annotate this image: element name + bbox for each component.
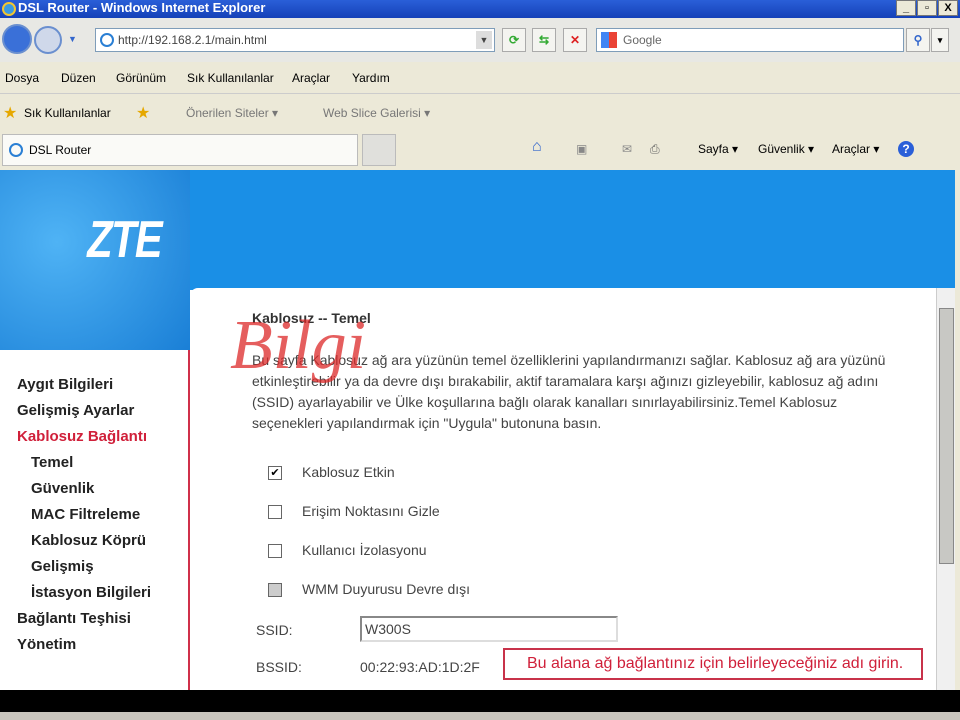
ie-icon bbox=[9, 143, 23, 157]
tab-title: DSL Router bbox=[29, 143, 92, 157]
watermark: Bilgi bbox=[230, 307, 367, 384]
safety-menu[interactable]: Güvenlik ▾ bbox=[758, 142, 814, 156]
status-bar bbox=[0, 712, 960, 720]
forward-button[interactable] bbox=[34, 26, 62, 54]
menu-view[interactable]: Görünüm bbox=[116, 71, 166, 85]
web-slice-gallery[interactable]: Web Slice Galerisi ▾ bbox=[323, 106, 430, 120]
url-text: http://192.168.2.1/main.html bbox=[118, 33, 267, 47]
title-bar: DSL Router - Windows Internet Explorer _… bbox=[0, 0, 960, 18]
sidebar-item-device-info[interactable]: Aygıt Bilgileri bbox=[17, 376, 113, 393]
bssid-value: 00:22:93:AD:1D:2F bbox=[360, 659, 480, 675]
ssid-label: SSID: bbox=[256, 622, 293, 638]
client-isolation-checkbox[interactable] bbox=[268, 544, 282, 558]
hide-ap-label: Erişim Noktasını Gizle bbox=[302, 503, 440, 519]
sidebar-item-advanced[interactable]: Gelişmiş Ayarlar bbox=[17, 402, 134, 419]
sidebar-item-management[interactable]: Yönetim bbox=[17, 636, 76, 653]
router-page: ZTE Aygıt Bilgileri Gelişmiş Ayarlar Kab… bbox=[0, 170, 955, 690]
tab-bar: DSL Router ⌂ ▣ ✉ ⎙ Sayfa ▾ Güvenlik ▾ Ar… bbox=[0, 130, 960, 170]
tab-dsl-router[interactable]: DSL Router bbox=[2, 134, 358, 166]
logo-area: ZTE bbox=[0, 170, 190, 350]
minimize-button[interactable]: _ bbox=[896, 0, 916, 16]
sidebar: Aygıt Bilgileri Gelişmiş Ayarlar Kablosu… bbox=[0, 350, 190, 690]
search-placeholder: Google bbox=[623, 33, 662, 47]
menu-file[interactable]: Dosya bbox=[5, 71, 39, 85]
address-dropdown-icon[interactable]: ▼ bbox=[476, 31, 492, 49]
ssid-input[interactable] bbox=[360, 616, 618, 642]
sidebar-item-diagnostics[interactable]: Bağlantı Teşhisi bbox=[17, 610, 131, 627]
back-button[interactable] bbox=[2, 24, 32, 54]
menu-bar: Dosya Düzen Görünüm Sık Kullanılanlar Ar… bbox=[0, 62, 960, 94]
sidebar-item-wireless[interactable]: Kablosuz Bağlantı bbox=[17, 428, 147, 445]
home-icon[interactable]: ⌂ bbox=[532, 138, 542, 156]
help-icon[interactable]: ? bbox=[898, 141, 914, 157]
hide-ap-checkbox[interactable] bbox=[268, 505, 282, 519]
mail-icon[interactable]: ✉ bbox=[622, 142, 632, 156]
maximize-button[interactable]: ▫ bbox=[917, 0, 937, 16]
favorites-button[interactable]: Sık Kullanılanlar bbox=[24, 106, 111, 120]
page-menu[interactable]: Sayfa ▾ bbox=[698, 142, 738, 156]
menu-edit[interactable]: Düzen bbox=[61, 71, 96, 85]
new-tab-button[interactable] bbox=[362, 134, 396, 166]
wmm-checkbox[interactable] bbox=[268, 583, 282, 597]
scrollbar[interactable] bbox=[936, 288, 955, 690]
suggested-sites[interactable]: Önerilen Siteler ▾ bbox=[186, 106, 278, 120]
compat-view-button[interactable]: ⟳ bbox=[502, 28, 526, 52]
google-icon bbox=[601, 32, 617, 48]
close-button[interactable]: X bbox=[938, 0, 958, 16]
content-panel: Kablosuz -- Temel Bu sayfa Kablosuz ağ a… bbox=[190, 288, 936, 690]
sidebar-item-basic[interactable]: Temel bbox=[31, 454, 73, 471]
zte-logo: ZTE bbox=[87, 211, 162, 269]
tooltip: Bu alana ağ bağlantınız için belirleyece… bbox=[503, 648, 923, 680]
search-options-icon[interactable]: ▾ bbox=[931, 28, 949, 52]
tools-menu[interactable]: Araçlar ▾ bbox=[832, 142, 879, 156]
star-icon: ★ bbox=[3, 105, 18, 122]
scrollbar-thumb[interactable] bbox=[939, 308, 954, 564]
page-icon bbox=[100, 33, 114, 47]
search-button[interactable]: ⚲ bbox=[906, 28, 930, 52]
address-bar[interactable]: http://192.168.2.1/main.html ▼ bbox=[95, 28, 495, 52]
sidebar-item-security[interactable]: Güvenlik bbox=[31, 480, 94, 497]
sidebar-item-station-info[interactable]: İstasyon Bilgileri bbox=[31, 584, 151, 601]
menu-tools[interactable]: Araçlar bbox=[292, 71, 330, 85]
search-input[interactable]: Google bbox=[596, 28, 904, 52]
window-title: DSL Router - Windows Internet Explorer bbox=[18, 0, 266, 15]
menu-favorites[interactable]: Sık Kullanılanlar bbox=[187, 71, 274, 85]
sidebar-item-advanced-wireless[interactable]: Gelişmiş bbox=[31, 558, 94, 575]
print-icon[interactable]: ⎙ bbox=[650, 142, 660, 157]
sidebar-item-mac-filter[interactable]: MAC Filtreleme bbox=[31, 506, 140, 523]
stop-button[interactable]: ✕ bbox=[563, 28, 587, 52]
wmm-label: WMM Duyurusu Devre dışı bbox=[302, 581, 471, 597]
history-dropdown-icon[interactable]: ▼ bbox=[68, 34, 77, 44]
wireless-enable-label: Kablosuz Etkin bbox=[302, 464, 395, 480]
video-bar bbox=[0, 690, 960, 712]
sidebar-item-bridge[interactable]: Kablosuz Köprü bbox=[31, 532, 146, 549]
favorites-bar: ★ Sık Kullanılanlar ★ Önerilen Siteler ▾… bbox=[0, 95, 960, 130]
client-isolation-label: Kullanıcı İzolasyonu bbox=[302, 542, 427, 558]
ie-icon bbox=[2, 2, 16, 16]
add-favorite-icon[interactable]: ★ bbox=[136, 103, 150, 123]
feeds-icon[interactable]: ▣ bbox=[576, 142, 587, 156]
menu-help[interactable]: Yardım bbox=[352, 71, 390, 85]
refresh-button[interactable]: ⇆ bbox=[532, 28, 556, 52]
bssid-label: BSSID: bbox=[256, 659, 302, 675]
wireless-enable-checkbox[interactable]: ✔ bbox=[268, 466, 282, 480]
